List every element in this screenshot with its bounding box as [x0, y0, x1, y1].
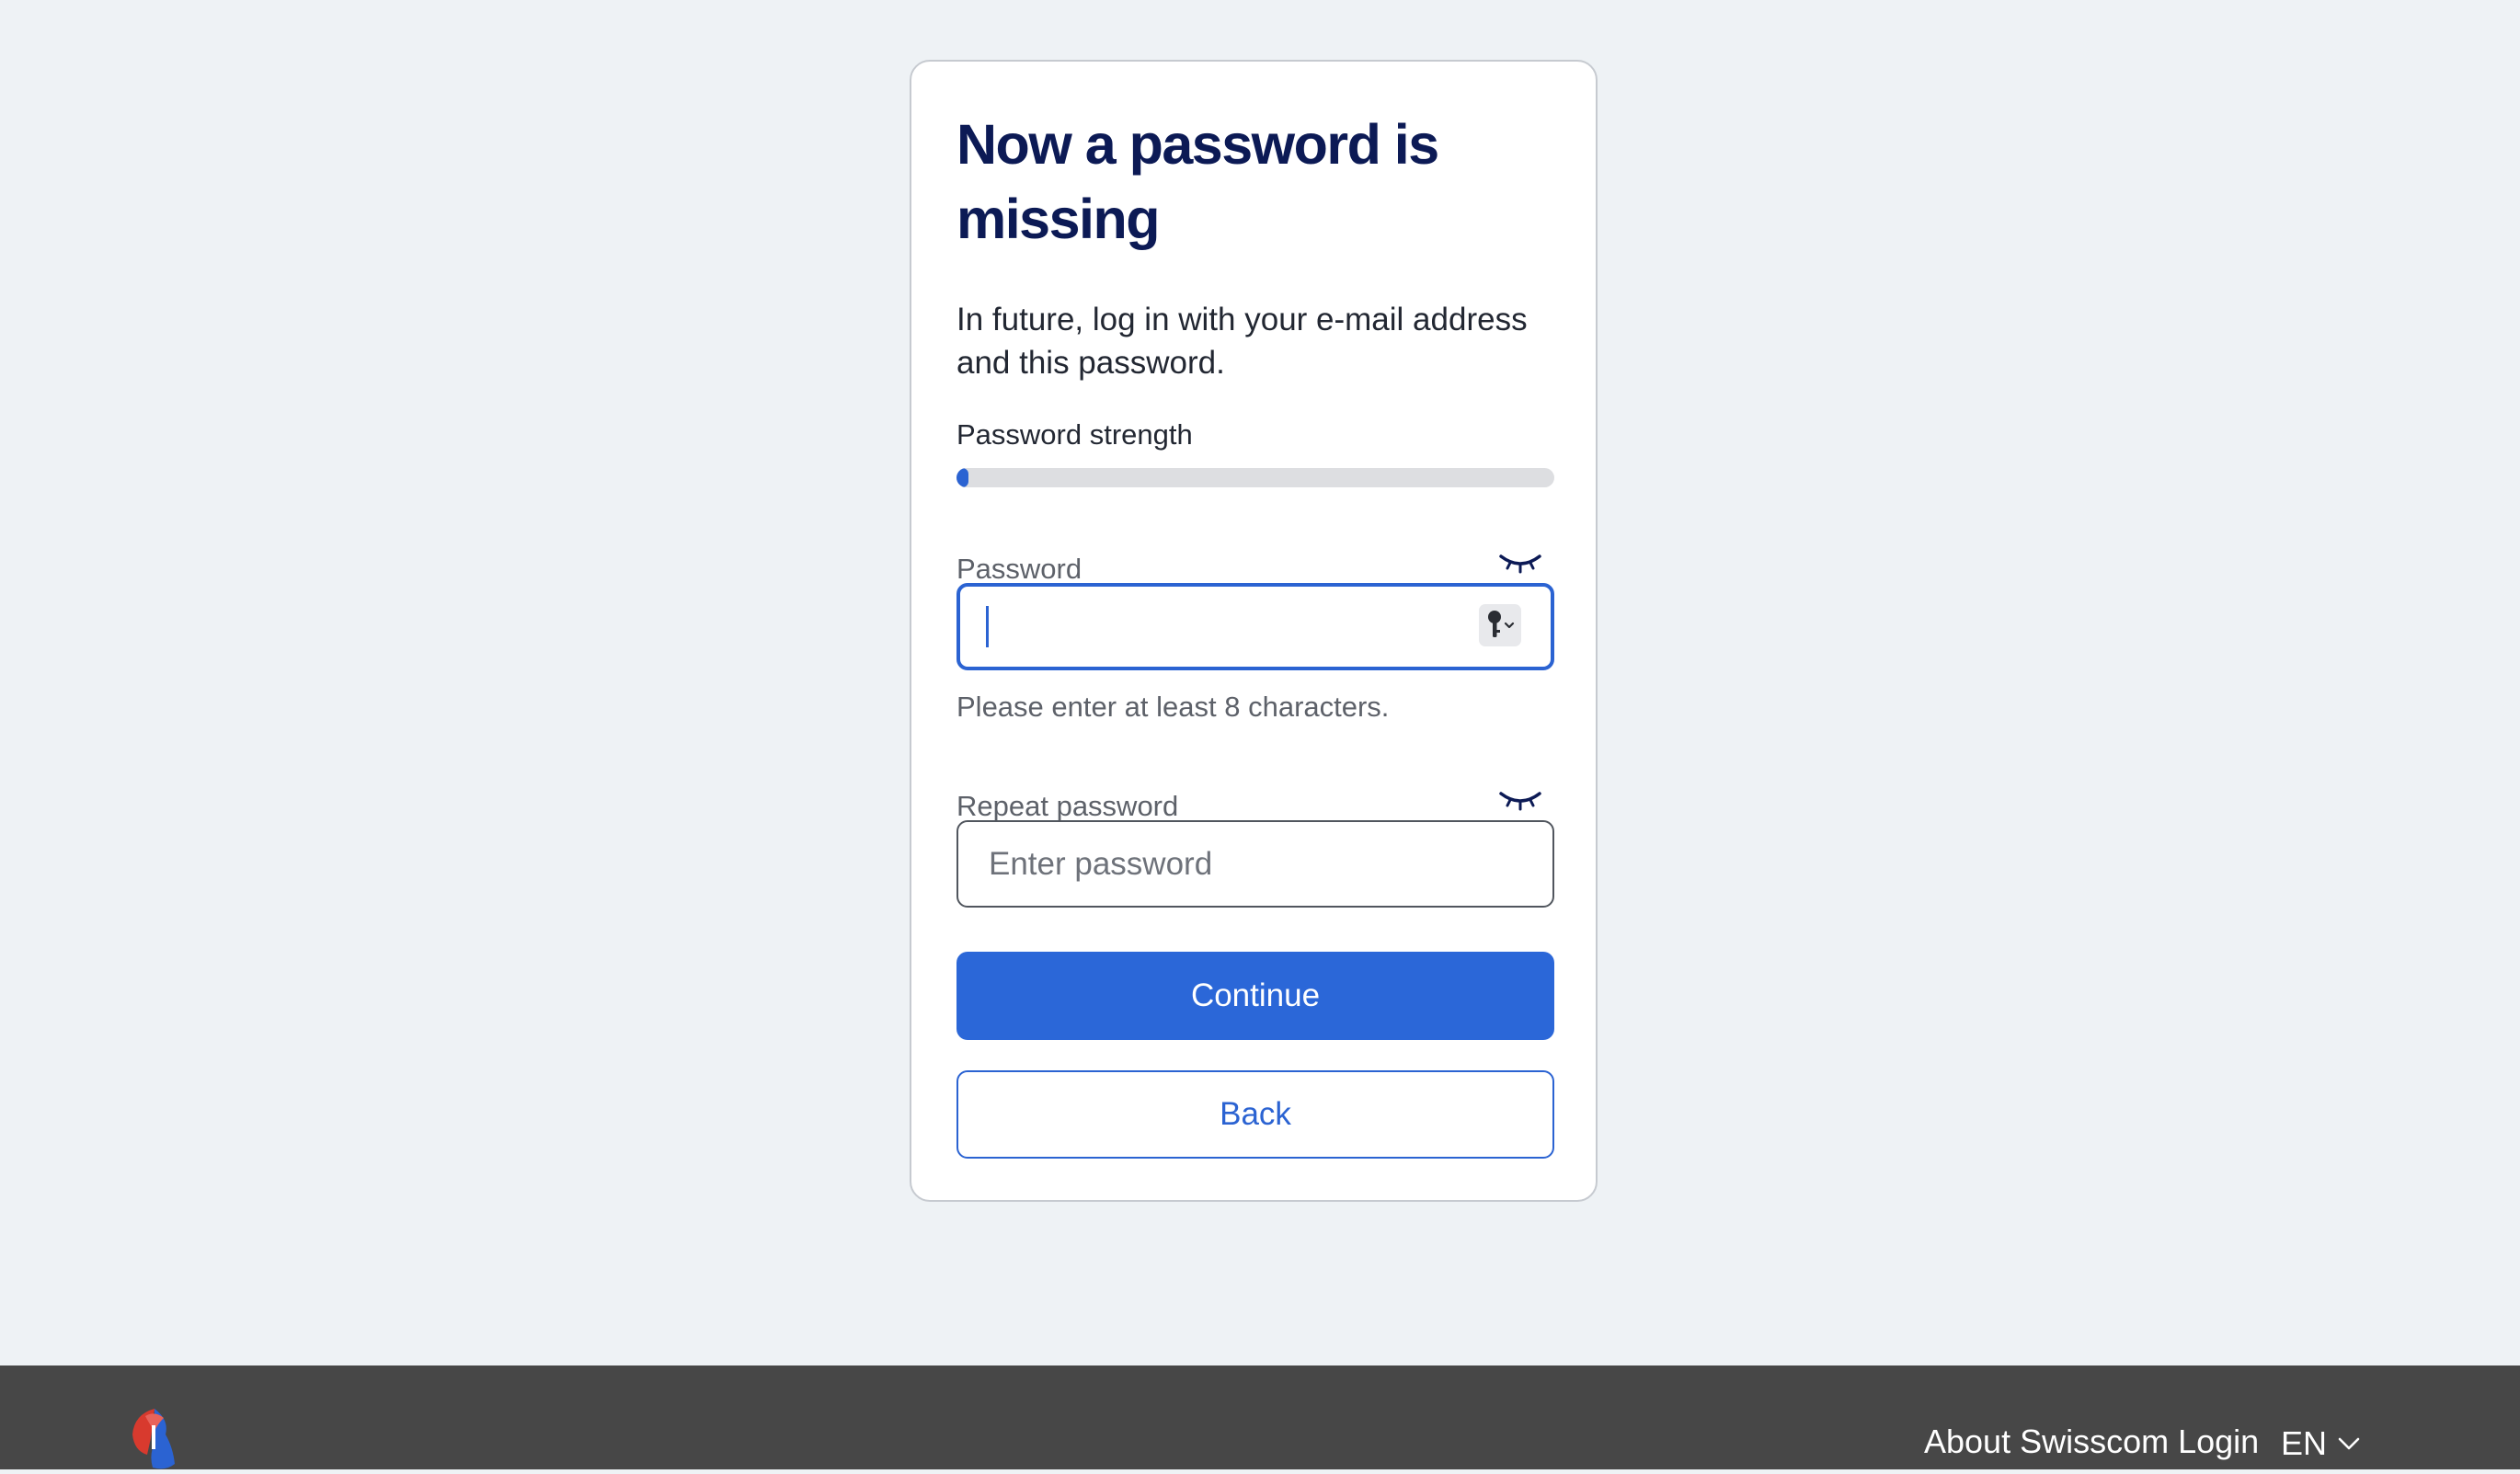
- show-password-toggle[interactable]: [1497, 549, 1543, 577]
- password-helper-text: Please enter at least 8 characters.: [956, 691, 1390, 723]
- password-strength-label: Password strength: [956, 418, 1193, 451]
- repeat-password-label: Repeat password: [956, 790, 1179, 822]
- about-swisscom-login-link[interactable]: About Swisscom Login: [1924, 1421, 2259, 1463]
- text-caret: [986, 606, 989, 647]
- chevron-down-icon: [2338, 1437, 2360, 1450]
- password-strength-fill: [956, 468, 968, 487]
- password-input[interactable]: [956, 583, 1554, 670]
- show-repeat-password-toggle[interactable]: [1497, 786, 1543, 814]
- password-strength-meter: [956, 468, 1554, 487]
- continue-button[interactable]: Continue: [956, 952, 1554, 1040]
- password-label: Password: [956, 553, 1082, 585]
- swisscom-logo[interactable]: [127, 1407, 182, 1469]
- password-autofill-button[interactable]: [1479, 604, 1521, 646]
- footer: About Swisscom Login EN: [0, 1365, 2520, 1469]
- eye-closed-icon: [1499, 554, 1541, 574]
- intro-text: In future, log in with your e-mail addre…: [956, 302, 1528, 381]
- eye-closed-icon: [1499, 792, 1541, 811]
- repeat-password-input[interactable]: [956, 820, 1554, 908]
- language-label: EN: [2281, 1424, 2328, 1462]
- language-selector[interactable]: EN: [2281, 1423, 2360, 1465]
- key-icon: [1488, 611, 1515, 637]
- password-card: Now a password is missing In future, log…: [910, 60, 1598, 1202]
- back-button[interactable]: Back: [956, 1070, 1554, 1159]
- page-title: Now a password is missing: [956, 113, 1439, 250]
